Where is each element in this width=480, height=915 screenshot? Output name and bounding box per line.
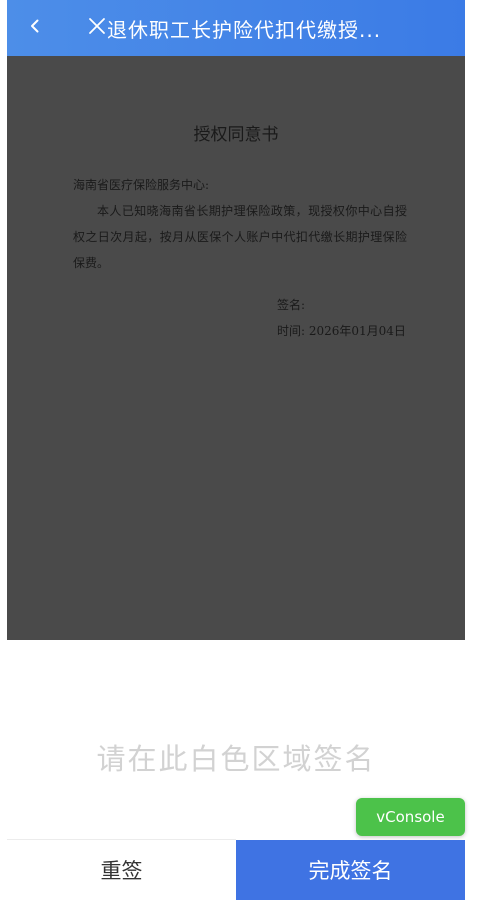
document-title: 授权同意书 [193,125,279,145]
document-addressee: 海南省医疗保险服务中心: [73,178,210,192]
signature-hint: 请在此白色区域签名 [96,742,376,776]
page-title: 退休职工长护险代扣代缴授... [107,17,382,42]
document-sign-label: 签名: [277,298,306,312]
app-root: 退休职工长护险代扣代缴授... 授权同意书 海南省医疗保险服务中心: 本人已知晓… [0,0,480,915]
document-body: 本人已知晓海南省长期护理保险政策，现授权你中心自授权之日次月起，按月从医保个人账… [73,204,407,270]
chevron-left-icon [27,18,43,38]
vconsole-button[interactable]: vConsole [356,798,465,836]
finish-signature-button[interactable]: 完成签名 [236,840,465,900]
authorization-document: 授权同意书 海南省医疗保险服务中心: 本人已知晓海南省长期护理保险政策，现授权你… [7,56,465,640]
resign-button[interactable]: 重签 [7,840,236,900]
close-icon [88,17,106,39]
document-time-label: 时间: 2026年01月04日 [277,324,406,338]
close-button[interactable] [87,0,107,56]
back-button[interactable] [7,0,63,56]
top-nav-bar: 退休职工长护险代扣代缴授... [7,0,465,56]
